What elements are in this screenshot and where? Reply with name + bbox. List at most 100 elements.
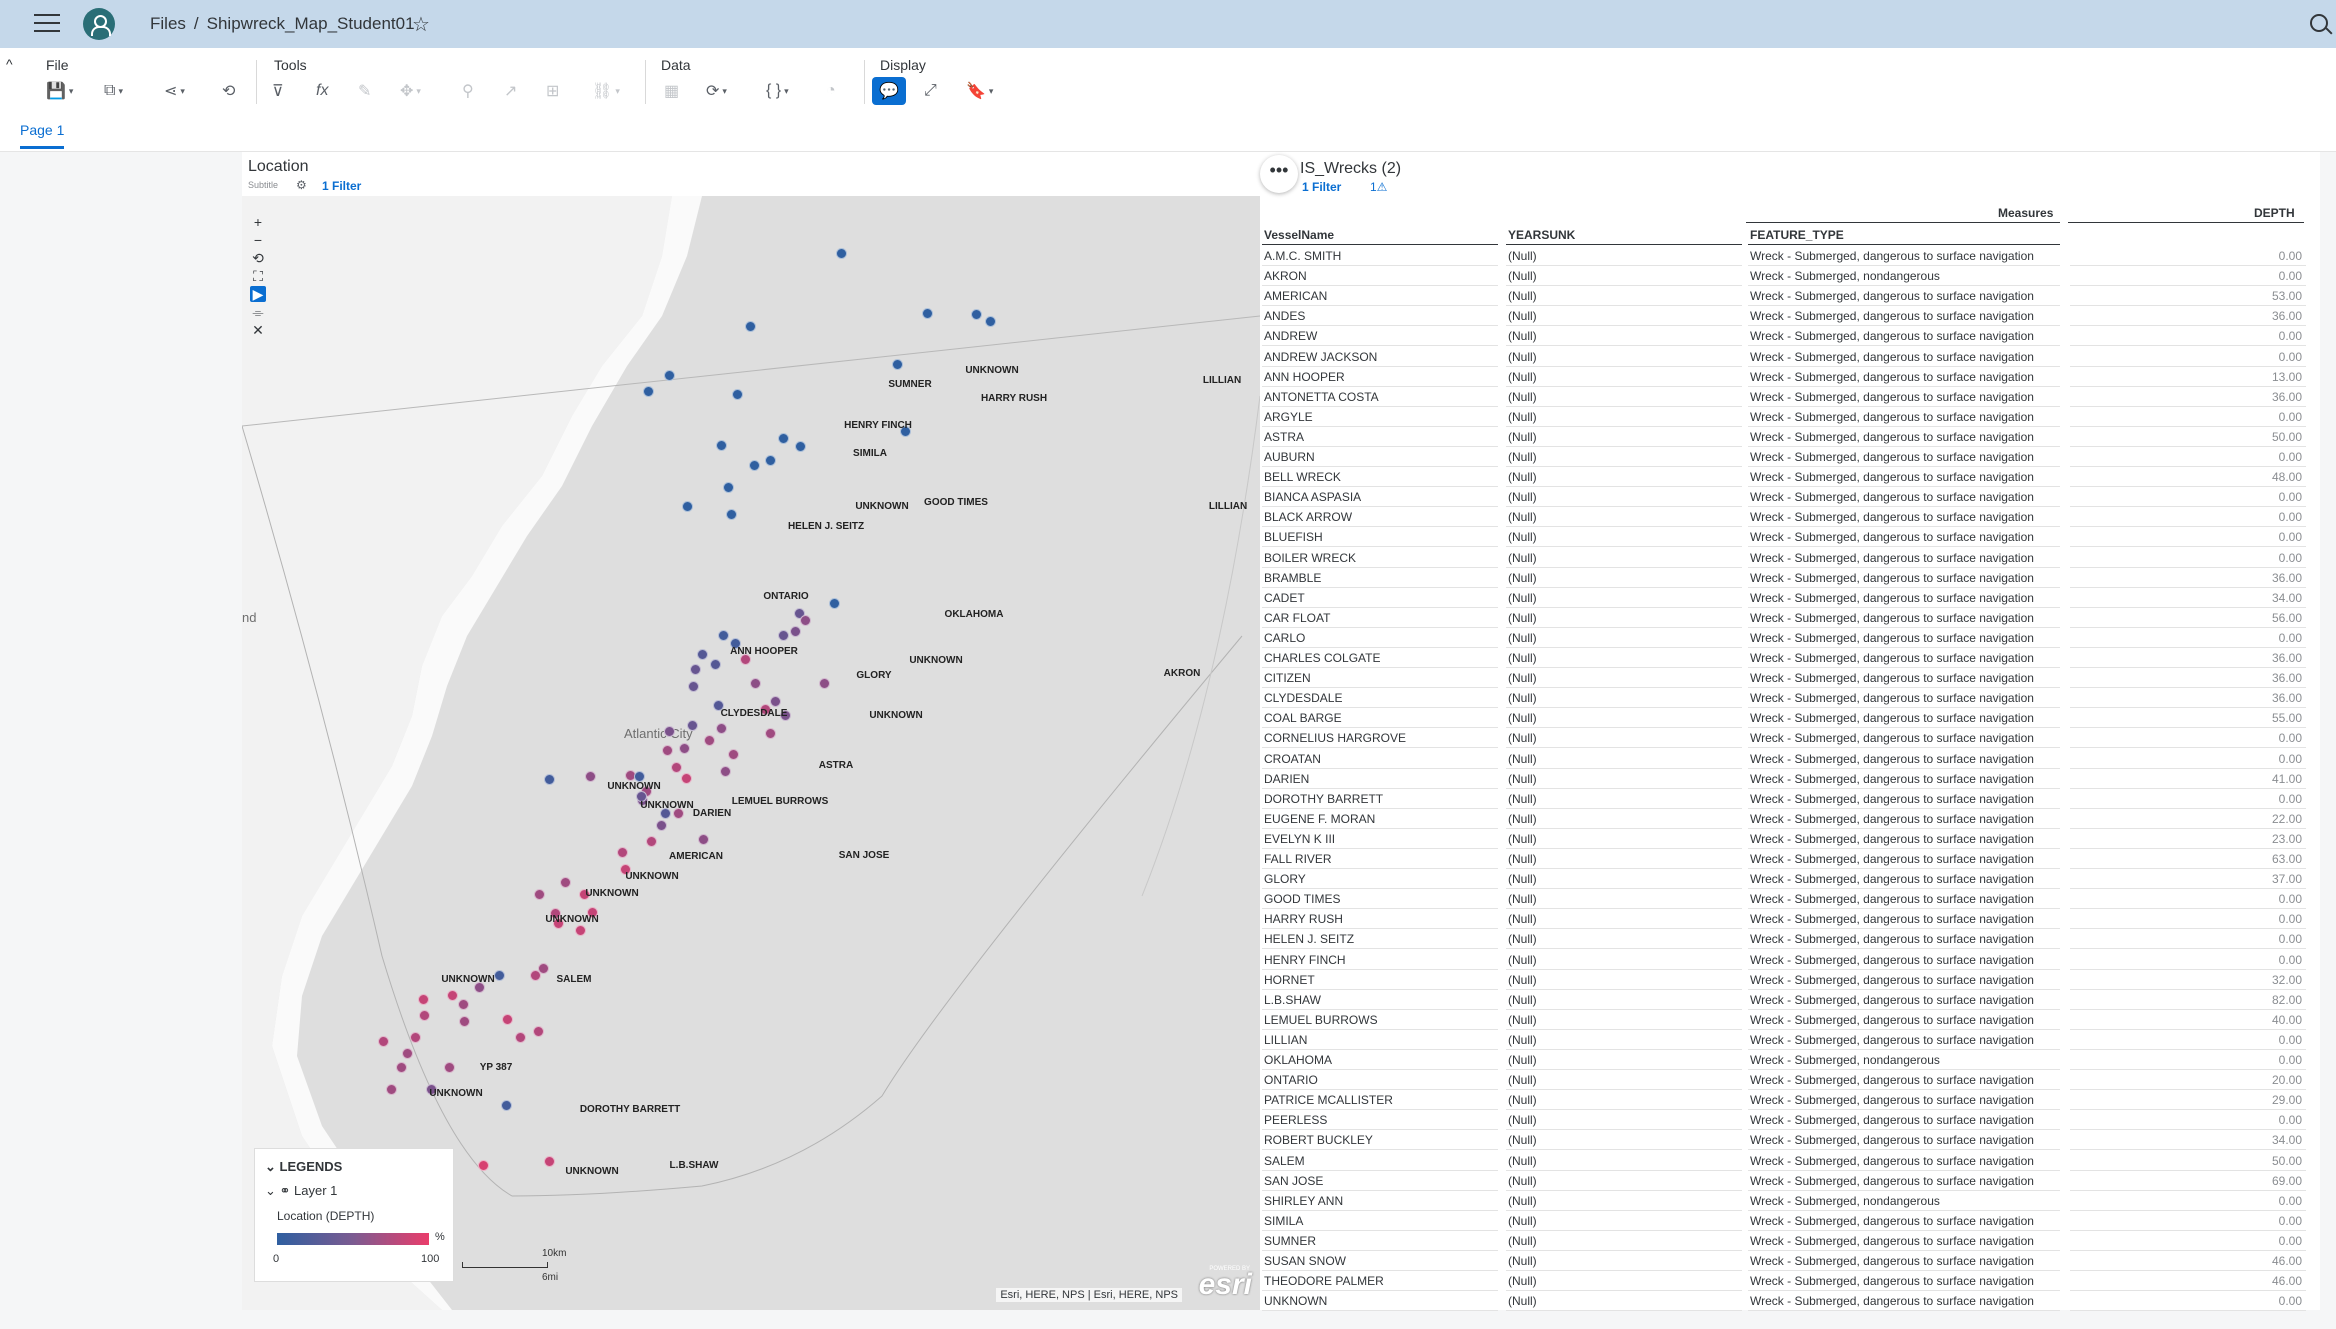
wreck-marker[interactable] — [778, 630, 789, 641]
save-icon[interactable]: 💾 ▾ — [46, 80, 73, 102]
table-row[interactable]: CORNELIUS HARGROVE (Null) Wreck - Submerge… — [1262, 728, 2312, 749]
wreck-marker[interactable] — [396, 1062, 407, 1073]
wreck-marker[interactable] — [662, 745, 673, 756]
link-icon[interactable]: ⛓ ▾ — [592, 80, 620, 102]
table-row[interactable]: LEMUEL BURROWS (Null) Wreck - Submerged, d… — [1262, 1010, 2312, 1030]
linked-analysis-icon[interactable]: ⊞ — [546, 80, 559, 102]
tab-page-1[interactable]: Page 1 — [20, 122, 65, 149]
wreck-marker[interactable] — [795, 441, 806, 452]
wreck-marker[interactable] — [515, 1032, 526, 1043]
wreck-marker[interactable] — [646, 836, 657, 847]
wreck-marker[interactable] — [726, 509, 737, 520]
table-row[interactable]: BOILER WRECK (Null) Wreck - Submerged, dan… — [1262, 548, 2312, 568]
table-row[interactable]: ARGYLE (Null) Wreck - Submerged, dangerous… — [1262, 407, 2312, 427]
wreck-marker[interactable] — [575, 925, 586, 936]
table-row[interactable]: BELL WRECK (Null) Wreck - Submerged, dange… — [1262, 467, 2312, 488]
wreck-marker[interactable] — [534, 889, 545, 900]
table-row[interactable]: THEODORE PALMER (Null) Wreck - Submerged, … — [1262, 1271, 2312, 1292]
wreck-marker[interactable] — [643, 386, 654, 397]
table-row[interactable]: SHIRLEY ANN (Null) Wreck - Submerged, nond… — [1262, 1191, 2312, 1211]
wreck-marker[interactable] — [560, 877, 571, 888]
filter-settings-icon[interactable]: ⚙ — [296, 178, 307, 192]
wreck-marker[interactable] — [502, 1014, 513, 1025]
geo-map[interactable]: + − ⟲ ⛶ ▶ ⌯ ✕ Atlantic City nd UNKNOWN S… — [242, 196, 1260, 1310]
wreck-marker[interactable] — [710, 659, 721, 670]
table-row[interactable]: BLUEFISH (Null) Wreck - Submerged, dangero… — [1262, 527, 2312, 548]
wreck-marker[interactable] — [544, 774, 555, 785]
column-header-feature-type[interactable]: FEATURE_TYPE — [1750, 228, 1844, 242]
favorite-star-icon[interactable]: ☆ — [412, 12, 430, 37]
table-row[interactable]: FALL RIVER (Null) Wreck - Submerged, dange… — [1262, 849, 2312, 869]
wreck-marker[interactable] — [585, 771, 596, 782]
table-row[interactable]: OKLAHOMA (Null) Wreck - Submerged, nondang… — [1262, 1050, 2312, 1070]
table-row[interactable]: CAR FLOAT (Null) Wreck - Submerged, danger… — [1262, 608, 2312, 628]
table-row[interactable]: PEERLESS (Null) Wreck - Submerged, dangero… — [1262, 1110, 2312, 1131]
table-row[interactable]: L.B.SHAW (Null) Wreck - Submerged, dangero… — [1262, 990, 2312, 1010]
table-row[interactable]: SALEM (Null) Wreck - Submerged, dangerous … — [1262, 1151, 2312, 1171]
wreck-marker[interactable] — [444, 1062, 455, 1073]
wreck-marker[interactable] — [892, 359, 903, 370]
wreck-marker[interactable] — [386, 1084, 397, 1095]
collapse-toolbar-icon[interactable]: ^ — [6, 56, 13, 72]
zoom-out-icon[interactable]: − — [250, 232, 266, 248]
wreck-marker[interactable] — [538, 963, 549, 974]
table-row[interactable]: CADET (Null) Wreck - Submerged, dangerous … — [1262, 588, 2312, 608]
wreck-marker[interactable] — [922, 308, 933, 319]
table-row[interactable]: LILLIAN (Null) Wreck - Submerged, dangerou… — [1262, 1030, 2312, 1050]
clock-icon[interactable]: ◔ — [826, 80, 836, 102]
wreck-marker[interactable] — [716, 440, 727, 451]
wreck-marker[interactable] — [829, 598, 840, 609]
menu-icon[interactable] — [34, 14, 60, 34]
reset-view-icon[interactable]: ⟲ — [250, 250, 266, 266]
table-row[interactable]: DARIEN (Null) Wreck - Submerged, dangerous… — [1262, 769, 2312, 789]
table-row[interactable]: GOOD TIMES (Null) Wreck - Submerged, dange… — [1262, 889, 2312, 910]
table-row[interactable]: PATRICE MCALLISTER (Null) Wreck - Submerge… — [1262, 1090, 2312, 1111]
wreck-marker[interactable] — [704, 735, 715, 746]
wreck-marker[interactable] — [765, 455, 776, 466]
table-row[interactable]: SUSAN SNOW (Null) Wreck - Submerged, dange… — [1262, 1251, 2312, 1271]
wreck-marker[interactable] — [544, 1156, 555, 1167]
table-row[interactable]: ANTONETTA COSTA (Null) Wreck - Submerged, … — [1262, 387, 2312, 407]
table-row[interactable]: BRAMBLE (Null) Wreck - Submerged, dangerou… — [1262, 568, 2312, 588]
wreck-marker[interactable] — [749, 460, 760, 471]
table-row[interactable]: SAN JOSE (Null) Wreck - Submerged, dangero… — [1262, 1171, 2312, 1191]
table-row[interactable]: HORNET (Null) Wreck - Submerged, dangerous… — [1262, 970, 2312, 990]
map-filter-link[interactable]: 1 Filter — [322, 179, 361, 193]
legend-title[interactable]: ⌄ LEGENDS — [265, 1159, 342, 1175]
table-row[interactable]: ANDREW JACKSON (Null) Wreck - Submerged, d… — [1262, 347, 2312, 367]
wreck-marker[interactable] — [419, 1010, 430, 1021]
move-icon[interactable]: ✥ ▾ — [400, 80, 421, 102]
table-row[interactable]: ROBERT BUCKLEY (Null) Wreck - Submerged, d… — [1262, 1130, 2312, 1151]
table-row[interactable]: SIMILA (Null) Wreck - Submerged, dangerous… — [1262, 1211, 2312, 1231]
table-row[interactable]: EVELYN K III (Null) Wreck - Submerged, dan… — [1262, 829, 2312, 849]
wreck-marker[interactable] — [697, 649, 708, 660]
table-row[interactable]: BIANCA ASPASIA (Null) Wreck - Submerged, d… — [1262, 487, 2312, 508]
input-control-icon[interactable]: ⚲ — [462, 80, 474, 102]
wreck-marker[interactable] — [478, 1160, 489, 1171]
legend-layer[interactable]: ⌄ ⚭ Layer 1 — [265, 1183, 337, 1199]
comment-icon[interactable]: 💬 — [872, 77, 906, 105]
wreck-marker[interactable] — [681, 773, 692, 784]
wreck-marker[interactable] — [790, 626, 801, 637]
wreck-marker[interactable] — [459, 1016, 470, 1027]
bookmark-icon[interactable]: 🔖 ▾ — [966, 80, 993, 102]
wreck-marker[interactable] — [728, 749, 739, 760]
table-row[interactable]: CROATAN (Null) Wreck - Submerged, dangerou… — [1262, 749, 2312, 769]
table-row[interactable]: A.M.C. SMITH (Null) Wreck - Submerged, dan… — [1262, 246, 2312, 266]
table-row[interactable]: HARRY RUSH (Null) Wreck - Submerged, dange… — [1262, 909, 2312, 930]
table-row[interactable]: CLYDESDALE (Null) Wreck - Submerged, dange… — [1262, 688, 2312, 709]
table-row[interactable]: AMERICAN (Null) Wreck - Submerged, dangero… — [1262, 286, 2312, 307]
zoom-extent-icon[interactable]: ⛶ — [250, 268, 266, 284]
wreck-marker[interactable] — [765, 728, 776, 739]
select-pointer-icon[interactable]: ▶ — [250, 286, 266, 302]
column-header-vessel-name[interactable]: VesselName — [1264, 228, 1334, 242]
wreck-marker[interactable] — [732, 389, 743, 400]
table-row[interactable]: CITIZEN (Null) Wreck - Submerged, dangerou… — [1262, 668, 2312, 689]
column-header-depth[interactable]: DEPTH — [2254, 206, 2295, 220]
table-row[interactable]: ASTRA (Null) Wreck - Submerged, dangerous … — [1262, 427, 2312, 447]
refresh-icon[interactable]: ⟳ ▾ — [706, 80, 727, 102]
table-row[interactable]: CARLO (Null) Wreck - Submerged, dangerous … — [1262, 628, 2312, 648]
script-icon[interactable]: { } ▾ — [766, 80, 789, 102]
zoom-in-icon[interactable]: + — [250, 214, 266, 230]
table-row[interactable]: ANDREW (Null) Wreck - Submerged, dangerous… — [1262, 326, 2312, 347]
